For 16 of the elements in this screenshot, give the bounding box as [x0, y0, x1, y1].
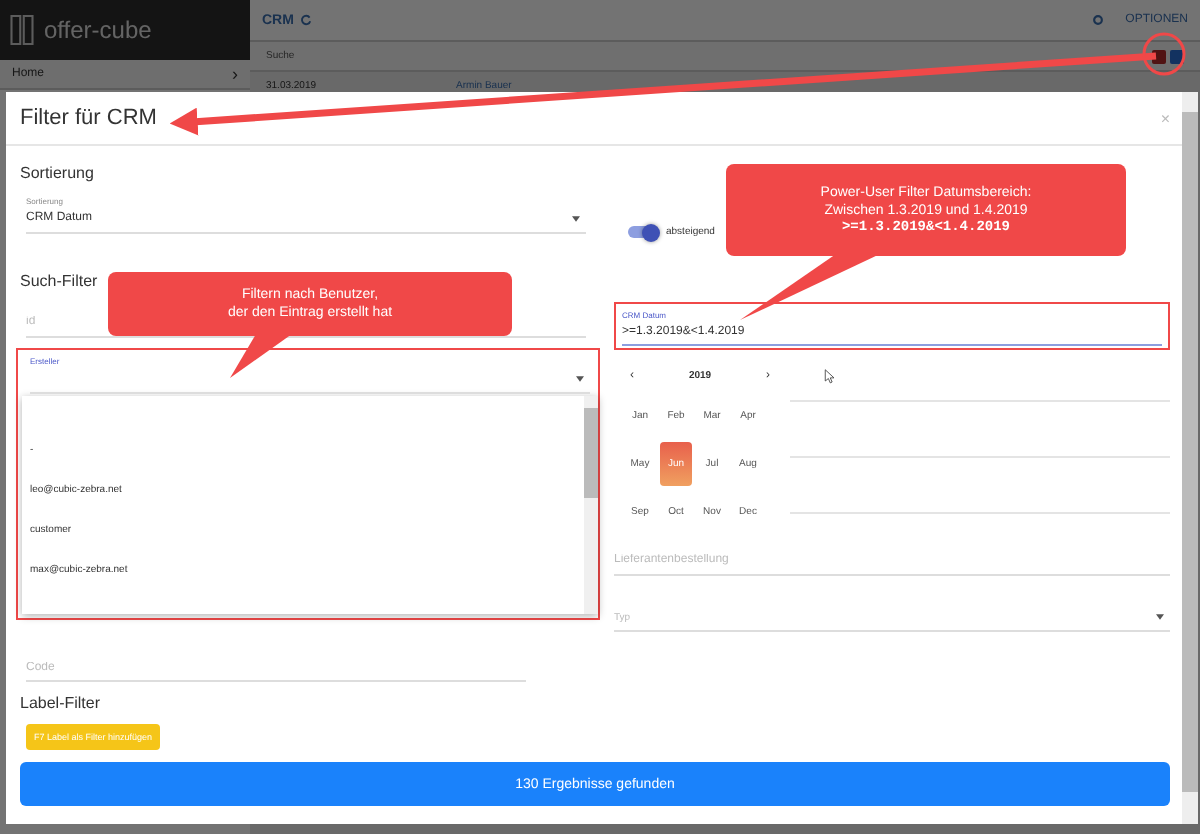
- caret-icon: [576, 376, 584, 382]
- logo-icon: [8, 14, 36, 46]
- cursor-icon: [824, 368, 834, 384]
- caret-icon: [572, 216, 580, 222]
- caret-icon: [1156, 614, 1164, 620]
- settings-icon[interactable]: [1091, 14, 1104, 26]
- highlight-circle: [1142, 32, 1186, 76]
- refresh-icon[interactable]: [299, 14, 312, 26]
- scrollbar-thumb[interactable]: [1182, 112, 1198, 792]
- section-heading: Label-Filter: [20, 692, 101, 716]
- section-heading: Sortierung: [20, 162, 94, 186]
- logo-text: offer-cube: [44, 16, 152, 44]
- toggle-switch[interactable]: [628, 226, 658, 238]
- dialog-title: Filter für CRM: [20, 106, 157, 130]
- section-heading: Such-Filter: [20, 270, 98, 294]
- scrollbar-thumb[interactable]: [584, 408, 598, 498]
